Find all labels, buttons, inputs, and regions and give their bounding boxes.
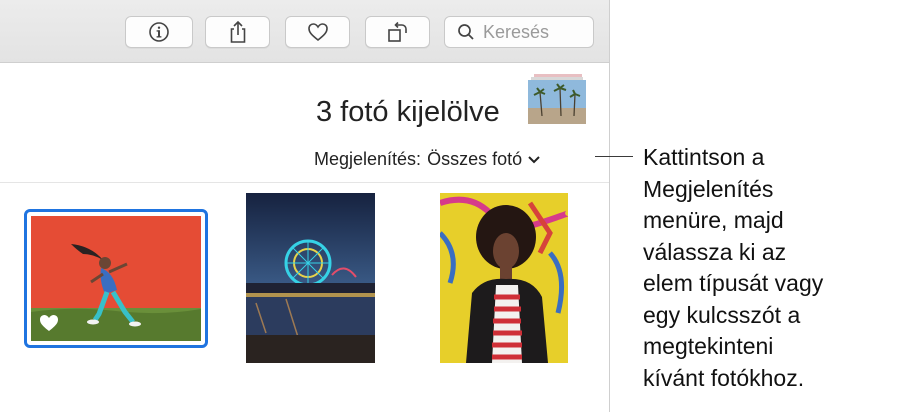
callout-text: Kattintson a Megjelenítés menüre, majd v…	[643, 142, 913, 394]
info-button[interactable]	[125, 16, 193, 48]
rotate-button[interactable]	[365, 16, 430, 48]
search-field[interactable]: Keresés	[444, 16, 594, 48]
photo-thumbnail-ferris-wheel[interactable]	[246, 193, 375, 363]
share-icon	[230, 20, 245, 43]
info-icon	[149, 22, 169, 42]
callout-line-2: Megjelenítés	[643, 175, 774, 202]
callout-line-6: egy kulcsszót a	[643, 301, 801, 328]
search-placeholder: Keresés	[483, 21, 550, 42]
callout-line-3: menüre, majd	[643, 207, 784, 233]
callout-line-8: kívánt fotókhoz.	[643, 364, 805, 391]
callout-line	[595, 156, 633, 157]
share-button[interactable]	[205, 16, 270, 48]
toolbar: Keresés	[0, 0, 609, 63]
view-menu-value: Összes fotó	[427, 149, 523, 169]
callout-line-7: megtekinteni	[643, 333, 774, 359]
view-menu[interactable]: Megjelenítés: Összes fotó	[314, 149, 542, 170]
callout-line-5: elem típusát vagy	[643, 270, 824, 296]
chevron-down-icon	[528, 155, 540, 163]
rotate-icon	[387, 21, 407, 42]
divider	[0, 182, 609, 183]
callout-line-4: válassza ki az	[643, 238, 787, 265]
photo-thumbnail-woman-graffiti[interactable]	[440, 193, 568, 363]
heart-icon	[307, 23, 328, 42]
callout-line-1: Kattintson a	[643, 144, 765, 170]
selection-border	[24, 209, 208, 348]
view-menu-label: Megjelenítés:	[314, 149, 422, 169]
favorite-button[interactable]	[285, 16, 350, 48]
selection-title: 3 fotó kijelölve	[316, 96, 500, 128]
photos-window: Keresés 3 fotó kijelölve Megjelenítés: Ö…	[0, 0, 633, 412]
selection-stack-thumbnail	[528, 74, 586, 124]
search-icon	[458, 24, 474, 40]
